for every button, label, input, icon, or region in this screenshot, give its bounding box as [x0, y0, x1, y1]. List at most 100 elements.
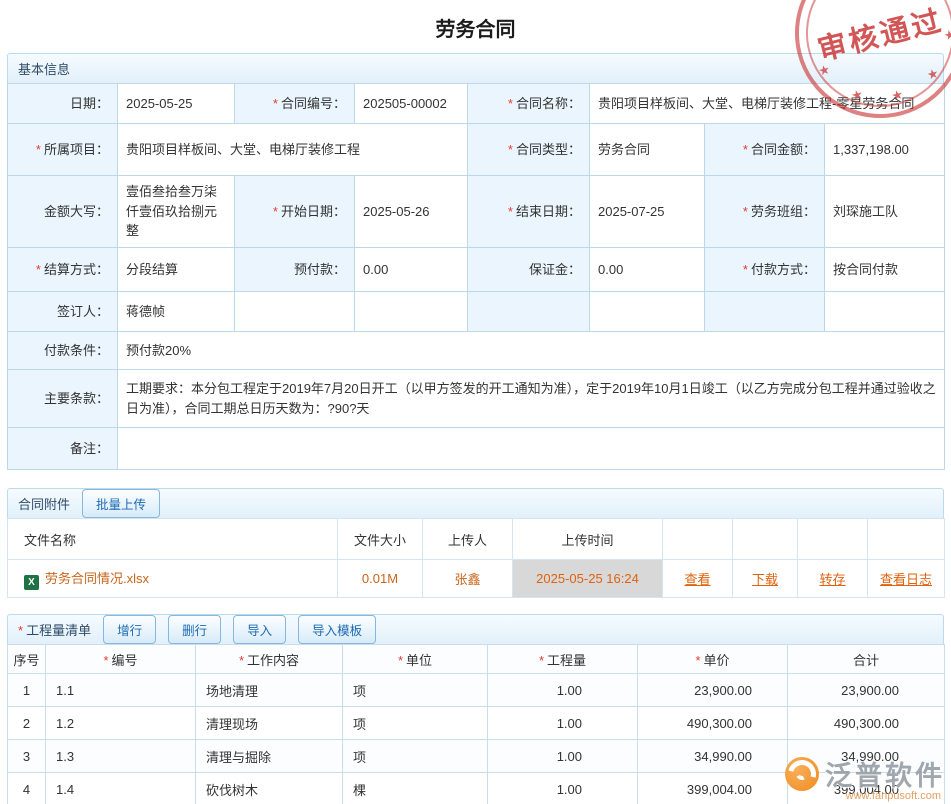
required-mark: * — [539, 653, 544, 668]
empty-cell — [590, 292, 705, 332]
basic-info-header: 基本信息 — [7, 53, 944, 84]
add-row-button[interactable]: 增行 — [103, 615, 156, 644]
attachment-file-name[interactable]: X劳务合同情况.xlsx — [8, 560, 338, 598]
labor-team-value: 刘琛施工队 — [825, 176, 945, 248]
required-mark: * — [743, 204, 748, 219]
date-value: 2025-05-25 — [118, 84, 235, 124]
delete-row-button[interactable]: 删行 — [168, 615, 221, 644]
required-mark: * — [743, 262, 748, 277]
boq-row[interactable]: 1 1.1 场地清理 项 1.00 23,900.00 23,900.00 — [8, 674, 945, 707]
unit-price-cell: 23,900.00 — [638, 674, 788, 707]
page-title: 劳务合同 — [0, 0, 951, 53]
settlement-value: 分段结算 — [118, 248, 235, 292]
transfer-link[interactable]: 转存 — [798, 569, 867, 588]
col-header-upload-time: 上传时间 — [513, 519, 663, 560]
date-label: 日期： — [8, 84, 118, 124]
contract-name-label: *合同名称： — [468, 84, 590, 124]
col-header-unit: *单位 — [343, 645, 488, 674]
quantity-cell: 1.00 — [488, 707, 638, 740]
unit-price-cell: 399,004.00 — [638, 773, 788, 804]
transfer-link-cell: 转存 — [798, 560, 868, 598]
unit-cell: 项 — [343, 740, 488, 773]
col-header-unit-price: *单价 — [638, 645, 788, 674]
quantity-cell: 1.00 — [488, 773, 638, 804]
fanpu-logo-icon — [785, 757, 819, 791]
col-header-file-name: 文件名称 — [8, 519, 338, 560]
payment-method-label: *付款方式： — [705, 248, 825, 292]
brand-name: 泛普软件 — [825, 754, 945, 793]
total-cell: 23,900.00 — [788, 674, 945, 707]
start-date-value: 2025-05-26 — [355, 176, 468, 248]
required-mark: * — [398, 653, 403, 668]
end-date-value: 2025-07-25 — [590, 176, 705, 248]
code-cell: 1.4 — [46, 773, 196, 804]
attachments-table: 文件名称 文件大小 上传人 上传时间 X劳务合同情况.xlsx 0.01M 张鑫… — [7, 518, 945, 598]
contract-no-value: 202505-00002 — [355, 84, 468, 124]
seq-cell: 2 — [8, 707, 46, 740]
required-mark: * — [508, 204, 513, 219]
required-mark: * — [103, 653, 108, 668]
seq-cell: 1 — [8, 674, 46, 707]
import-template-button[interactable]: 导入模板 — [298, 615, 376, 644]
boq-title: *工程量清单 — [18, 620, 91, 639]
import-button[interactable]: 导入 — [233, 615, 286, 644]
seq-cell: 4 — [8, 773, 46, 804]
quantity-cell: 1.00 — [488, 674, 638, 707]
required-mark: * — [273, 96, 278, 111]
brand-watermark: 泛普软件 www.fanpusoft.com — [785, 754, 945, 802]
view-link[interactable]: 查看 — [663, 569, 732, 588]
view-log-link-cell: 查看日志 — [868, 560, 945, 598]
contract-amount-value: 1,337,198.00 — [825, 124, 945, 176]
code-cell: 1.2 — [46, 707, 196, 740]
unit-price-cell: 34,990.00 — [638, 740, 788, 773]
quantity-cell: 1.00 — [488, 740, 638, 773]
contract-type-value: 劳务合同 — [590, 124, 705, 176]
contract-amount-label: *合同金额： — [705, 124, 825, 176]
batch-upload-button[interactable]: 批量上传 — [82, 489, 160, 518]
remark-label: 备注： — [8, 428, 118, 470]
contract-type-label: *合同类型： — [468, 124, 590, 176]
boq-row[interactable]: 2 1.2 清理现场 项 1.00 490,300.00 490,300.00 — [8, 707, 945, 740]
required-mark: * — [508, 142, 513, 157]
attachment-row: X劳务合同情况.xlsx 0.01M 张鑫 2025-05-25 16:24 查… — [8, 560, 945, 598]
required-mark: * — [239, 653, 244, 668]
empty-cell — [825, 292, 945, 332]
col-header-action — [733, 519, 798, 560]
unit-cell: 项 — [343, 707, 488, 740]
col-header-total: 合计 — [788, 645, 945, 674]
brand-url: www.fanpusoft.com — [785, 790, 945, 802]
attachment-upload-time: 2025-05-25 16:24 — [513, 560, 663, 598]
empty-label-cell — [705, 292, 825, 332]
empty-cell — [235, 292, 355, 332]
payment-terms-value: 预付款20% — [118, 332, 945, 370]
attachment-uploader: 张鑫 — [423, 560, 513, 598]
code-cell: 1.3 — [46, 740, 196, 773]
deposit-value: 0.00 — [590, 248, 705, 292]
required-mark: * — [36, 262, 41, 277]
col-header-seq: 序号 — [8, 645, 46, 674]
main-terms-value: 工期要求：本分包工程定于2019年7月20日开工（以甲方签发的开工通知为准），定… — [118, 370, 945, 428]
download-link[interactable]: 下载 — [733, 569, 797, 588]
view-link-cell: 查看 — [663, 560, 733, 598]
work-content-cell: 清理现场 — [196, 707, 343, 740]
basic-info-section: 基本信息 日期： 2025-05-25 *合同编号： 202505-00002 … — [7, 53, 944, 470]
work-content-cell: 场地清理 — [196, 674, 343, 707]
payment-method-value: 按合同付款 — [825, 248, 945, 292]
labor-contract-page: 劳务合同 审核通过 ★ ★ ★ ★ ★ 基本信息 日期： 2025-05-25 … — [0, 0, 951, 804]
total-cell: 490,300.00 — [788, 707, 945, 740]
amount-words-label: 金额大写： — [8, 176, 118, 248]
unit-cell: 棵 — [343, 773, 488, 804]
required-mark: * — [36, 142, 41, 157]
amount-words-value: 壹佰叁拾叁万柒仟壹佰玖拾捌元整 — [118, 176, 235, 248]
empty-cell — [355, 292, 468, 332]
download-link-cell: 下载 — [733, 560, 798, 598]
advance-label: 预付款： — [235, 248, 355, 292]
excel-file-icon: X — [24, 575, 39, 590]
view-log-link[interactable]: 查看日志 — [868, 569, 944, 588]
unit-price-cell: 490,300.00 — [638, 707, 788, 740]
required-mark: * — [273, 204, 278, 219]
basic-info-title: 基本信息 — [18, 59, 70, 78]
end-date-label: *结束日期： — [468, 176, 590, 248]
empty-label-cell — [468, 292, 590, 332]
col-header-action — [798, 519, 868, 560]
